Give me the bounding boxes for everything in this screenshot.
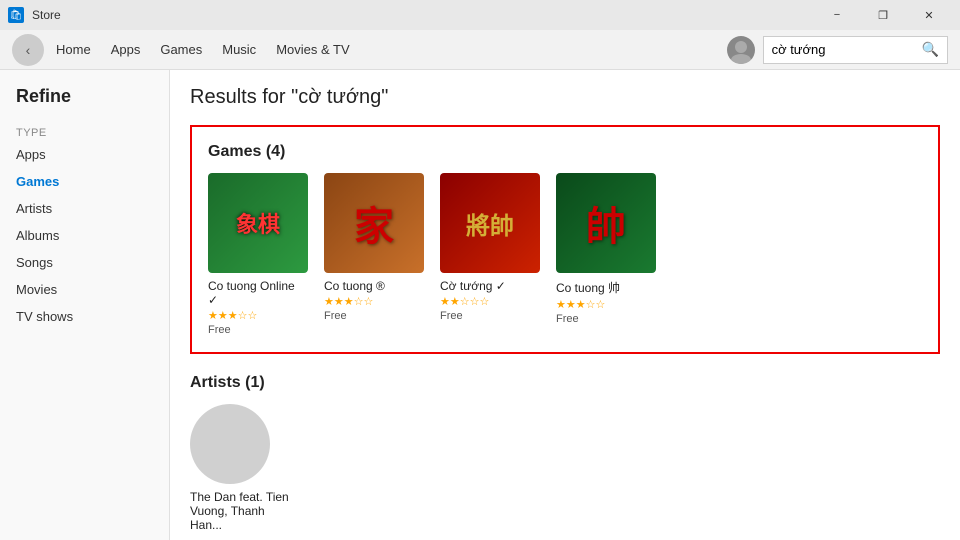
navbar: ‹ Home Apps Games Music Movies & TV 🔍 — [0, 30, 960, 70]
game-thumb-1 — [208, 173, 308, 273]
game-thumb-2 — [324, 173, 424, 273]
sidebar-item-movies[interactable]: Movies — [0, 276, 169, 303]
sidebar-item-apps[interactable]: Apps — [0, 141, 169, 168]
titlebar-left: 🛍 Store — [8, 7, 61, 23]
search-box: 🔍 — [763, 36, 948, 64]
game-title-1: Co tuong Online ✓ — [208, 279, 308, 307]
nav-tabs: Home Apps Games Music Movies & TV — [56, 38, 723, 61]
game-thumb-3 — [440, 173, 540, 273]
sidebar-type-label: Type — [0, 119, 169, 141]
game-price-2: Free — [324, 310, 424, 322]
artists-section: Artists (1) The Dan feat. TienVuong, Tha… — [190, 374, 940, 532]
tab-music[interactable]: Music — [222, 38, 256, 61]
sidebar-item-games[interactable]: Games — [0, 168, 169, 195]
game-grid: Co tuong Online ✓ ★★★☆☆ Free Co tuong ® … — [208, 173, 922, 336]
artist-name-1: The Dan feat. TienVuong, Thanh Han... — [190, 490, 290, 532]
game-stars-2: ★★★☆☆ — [324, 295, 424, 308]
game-title-4: Co tuong 帅 — [556, 279, 656, 296]
sidebar-item-songs[interactable]: Songs — [0, 249, 169, 276]
artists-section-title: Artists (1) — [190, 374, 940, 392]
close-button[interactable]: ✕ — [906, 0, 952, 30]
game-stars-4: ★★★☆☆ — [556, 298, 656, 311]
avatar[interactable] — [727, 36, 755, 64]
game-title-2: Co tuong ® — [324, 279, 424, 293]
game-title-3: Cờ tướng ✓ — [440, 279, 540, 293]
results-header: Results for "cờ tướng" — [190, 86, 940, 109]
game-card-1[interactable]: Co tuong Online ✓ ★★★☆☆ Free — [208, 173, 308, 336]
game-price-3: Free — [440, 310, 540, 322]
main-layout: Refine Type Apps Games Artists Albums So… — [0, 70, 960, 540]
game-thumb-4 — [556, 173, 656, 273]
sidebar-title: Refine — [0, 86, 169, 119]
content: Results for "cờ tướng" Games (4) Co tuon… — [170, 70, 960, 540]
restore-button[interactable]: ❐ — [860, 0, 906, 30]
search-input[interactable] — [772, 42, 922, 57]
sidebar-item-albums[interactable]: Albums — [0, 222, 169, 249]
game-card-3[interactable]: Cờ tướng ✓ ★★☆☆☆ Free — [440, 173, 540, 336]
artist-avatar-1 — [190, 404, 270, 484]
tab-home[interactable]: Home — [56, 38, 91, 61]
tab-movies[interactable]: Movies & TV — [276, 38, 349, 61]
game-stars-1: ★★★☆☆ — [208, 309, 308, 322]
games-section: Games (4) Co tuong Online ✓ ★★★☆☆ Free C… — [190, 125, 940, 354]
app-icon: 🛍 — [8, 7, 24, 23]
tab-apps[interactable]: Apps — [111, 38, 141, 61]
titlebar: 🛍 Store − ❐ ✕ — [0, 0, 960, 30]
game-price-4: Free — [556, 313, 656, 325]
artist-card-1[interactable]: The Dan feat. TienVuong, Thanh Han... — [190, 404, 290, 532]
game-price-1: Free — [208, 324, 308, 336]
back-button[interactable]: ‹ — [12, 34, 44, 66]
sidebar-item-tvshows[interactable]: TV shows — [0, 303, 169, 330]
search-icon[interactable]: 🔍 — [922, 41, 939, 58]
game-card-4[interactable]: Co tuong 帅 ★★★☆☆ Free — [556, 173, 656, 336]
nav-right: 🔍 — [727, 36, 948, 64]
minimize-button[interactable]: − — [814, 0, 860, 30]
sidebar-item-artists[interactable]: Artists — [0, 195, 169, 222]
games-section-title: Games (4) — [208, 143, 922, 161]
titlebar-controls: − ❐ ✕ — [814, 0, 952, 30]
tab-games[interactable]: Games — [160, 38, 202, 61]
sidebar: Refine Type Apps Games Artists Albums So… — [0, 70, 170, 540]
titlebar-title: Store — [32, 8, 61, 22]
game-card-2[interactable]: Co tuong ® ★★★☆☆ Free — [324, 173, 424, 336]
game-stars-3: ★★☆☆☆ — [440, 295, 540, 308]
